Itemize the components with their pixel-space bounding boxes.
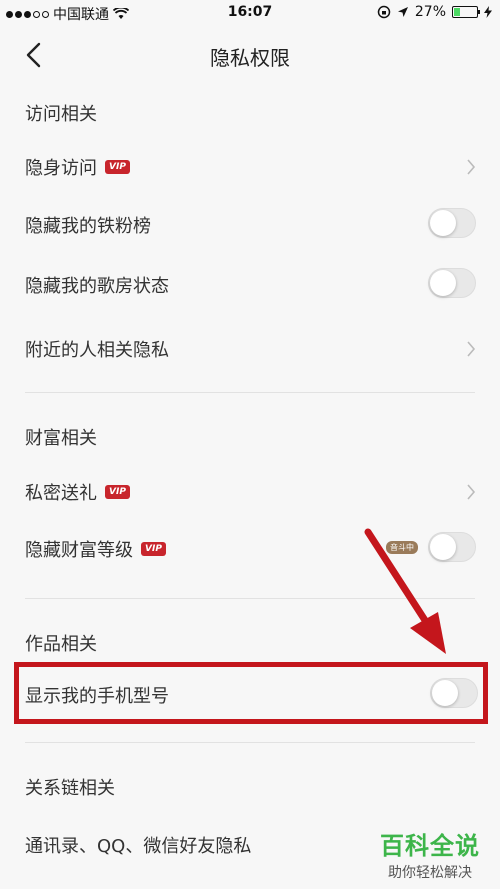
chevron-right-icon <box>467 341 476 357</box>
toggle-knob <box>430 270 456 296</box>
row-hide-fan-list: 隐藏我的铁粉榜 <box>0 196 500 254</box>
section-divider <box>25 392 475 393</box>
section-divider <box>25 598 475 599</box>
row-label-wrap: 通讯录、QQ、微信好友隐私 <box>25 832 251 858</box>
section-header-wealth: 财富相关 <box>25 428 97 449</box>
row-show-phone-model: 显示我的手机型号 <box>0 666 500 724</box>
watermark-title: 百科全说 <box>380 832 480 860</box>
row-label: 隐藏财富等级 <box>25 540 133 561</box>
chevron-right-icon <box>467 159 476 175</box>
row-label: 隐身访问 <box>25 158 97 179</box>
row-hide-wealth-level: 隐藏财富等级 VIP 音斗中 <box>0 520 500 578</box>
level-badge: 音斗中 <box>386 541 418 554</box>
hide-fan-list-toggle[interactable] <box>428 208 476 238</box>
section-header-visit: 访问相关 <box>25 104 97 125</box>
row-label-wrap: 隐身访问 VIP <box>25 154 130 180</box>
vip-badge: VIP <box>141 542 166 556</box>
hide-wealth-level-toggle[interactable] <box>428 532 476 562</box>
status-right: 27% <box>377 4 492 20</box>
row-label: 隐藏我的歌房状态 <box>25 276 169 297</box>
row-label: 附近的人相关隐私 <box>25 340 169 361</box>
location-arrow-icon <box>397 7 408 17</box>
battery-percent: 27% <box>414 4 446 20</box>
row-private-gift[interactable]: 私密送礼 VIP <box>0 463 500 521</box>
row-label-wrap: 隐藏我的歌房状态 <box>25 272 169 298</box>
battery-icon <box>452 6 480 18</box>
chevron-right-icon <box>467 484 476 500</box>
toggle-knob <box>430 534 456 560</box>
toggle-knob <box>430 210 456 236</box>
page-title: 隐私权限 <box>210 46 290 70</box>
row-label: 显示我的手机型号 <box>25 686 169 707</box>
section-header-relations: 关系链相关 <box>25 778 115 799</box>
row-label: 私密送礼 <box>25 483 97 504</box>
row-label-wrap: 隐藏我的铁粉榜 <box>25 212 151 238</box>
hide-room-status-toggle[interactable] <box>428 268 476 298</box>
vip-badge: VIP <box>105 485 130 499</box>
row-nearby-privacy[interactable]: 附近的人相关隐私 <box>0 320 500 378</box>
watermark-subtitle: 助你轻松解决 <box>388 865 472 881</box>
rotation-lock-icon <box>377 5 391 19</box>
watermark-logo: 百科全说 助你轻松解决 <box>370 826 490 882</box>
toggle-knob <box>432 680 458 706</box>
section-header-works: 作品相关 <box>25 634 97 655</box>
row-stealth-visit[interactable]: 隐身访问 VIP <box>0 138 500 196</box>
row-label-wrap: 显示我的手机型号 <box>25 682 169 708</box>
row-hide-room-status: 隐藏我的歌房状态 <box>0 256 500 314</box>
section-divider <box>25 742 475 743</box>
back-chevron-icon[interactable] <box>20 40 50 70</box>
show-phone-model-toggle[interactable] <box>430 678 478 708</box>
vip-badge: VIP <box>105 160 130 174</box>
row-label: 通讯录、QQ、微信好友隐私 <box>25 836 252 857</box>
charging-icon <box>484 6 492 18</box>
row-label-wrap: 附近的人相关隐私 <box>25 336 169 362</box>
row-label-wrap: 隐藏财富等级 VIP <box>25 536 166 562</box>
status-bar: 中国联通 16:07 27% <box>0 0 500 26</box>
nav-bar: 隐私权限 <box>0 26 500 86</box>
row-label: 隐藏我的铁粉榜 <box>25 216 151 237</box>
row-label-wrap: 私密送礼 VIP <box>25 479 130 505</box>
